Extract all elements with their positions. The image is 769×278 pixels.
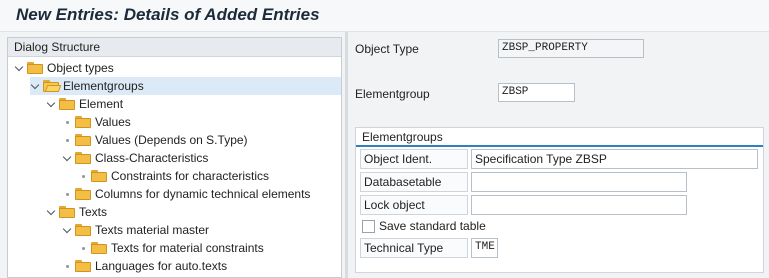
object-ident-field[interactable]: Specification Type ZBSP bbox=[471, 149, 758, 169]
tree-node-label: Texts material master bbox=[95, 223, 210, 237]
folder-icon bbox=[75, 134, 91, 146]
chevron-down-icon bbox=[30, 80, 40, 89]
tree-node[interactable]: Texts bbox=[46, 203, 107, 221]
technical-type-field[interactable]: TME bbox=[471, 238, 498, 258]
expand-toggle-icon[interactable] bbox=[46, 203, 56, 221]
folder-body bbox=[27, 64, 43, 74]
folder-body bbox=[75, 226, 91, 236]
chevron-down-icon bbox=[46, 206, 56, 215]
tree-node-label: Languages for auto.texts bbox=[95, 259, 228, 273]
folder-icon bbox=[59, 206, 75, 218]
folder-body bbox=[75, 154, 91, 164]
leaf-bullet-icon bbox=[62, 113, 72, 131]
folder-icon bbox=[59, 98, 75, 110]
tree-node[interactable]: Columns for dynamic technical elements bbox=[62, 185, 310, 203]
leaf-bullet-icon bbox=[78, 239, 88, 257]
expand-toggle-icon[interactable] bbox=[14, 59, 24, 77]
bullet-dot bbox=[65, 264, 69, 268]
tree-node[interactable]: Constraints for characteristics bbox=[78, 167, 269, 185]
tree-node-label: Object types bbox=[47, 61, 114, 75]
tree-node-label: Constraints for characteristics bbox=[111, 169, 270, 183]
title-bar: New Entries: Details of Added Entries bbox=[0, 0, 769, 32]
elementgroups-title: Elementgroups bbox=[362, 130, 443, 144]
folder-body bbox=[59, 208, 75, 218]
save-standard-table-label: Save standard table bbox=[379, 219, 486, 233]
folder-icon bbox=[75, 152, 91, 164]
chevron-down-icon bbox=[46, 98, 56, 107]
leaf-bullet-icon bbox=[78, 167, 88, 185]
bullet-dot bbox=[81, 246, 85, 250]
folder-icon bbox=[75, 188, 91, 200]
folder-icon bbox=[27, 62, 43, 74]
tree-node-label: Texts for material constraints bbox=[111, 241, 264, 255]
elementgroups-groupbox: Elementgroups Object Ident. Specificatio… bbox=[355, 127, 764, 273]
chevron-down-icon bbox=[14, 62, 24, 71]
folder-icon bbox=[91, 242, 107, 254]
folder-icon bbox=[91, 170, 107, 182]
tree-node-label: Values (Depends on S.Type) bbox=[95, 133, 248, 147]
tree-node[interactable]: Object types bbox=[14, 59, 114, 77]
object-type-label: Object Type bbox=[355, 42, 419, 56]
bullet-dot bbox=[65, 138, 69, 142]
object-type-field: ZBSP_PROPERTY bbox=[498, 39, 644, 58]
tree-node-label: Elementgroups bbox=[63, 79, 144, 93]
tree-node-label: Columns for dynamic technical elements bbox=[95, 187, 311, 201]
tree-node[interactable]: Elementgroups bbox=[30, 77, 341, 95]
expand-toggle-icon[interactable] bbox=[62, 149, 72, 167]
leaf-bullet-icon bbox=[62, 131, 72, 149]
object-ident-label: Object Ident. bbox=[360, 149, 468, 169]
tree-node[interactable]: Languages for auto.texts bbox=[62, 257, 227, 275]
pane-splitter[interactable] bbox=[345, 32, 348, 278]
dialog-structure-pane: Dialog Structure Object types Elementgrou… bbox=[7, 37, 342, 278]
elementgroup-field[interactable]: ZBSP bbox=[498, 83, 575, 102]
tree-node-label: Texts bbox=[79, 205, 108, 219]
tree-node[interactable]: Texts material master bbox=[62, 221, 209, 239]
folder-open-icon bbox=[43, 80, 62, 92]
tree-node-label: Values bbox=[95, 115, 131, 129]
chevron-down-icon bbox=[62, 152, 72, 161]
bullet-dot bbox=[65, 120, 69, 124]
page-title: New Entries: Details of Added Entries bbox=[16, 5, 320, 24]
leaf-bullet-icon bbox=[62, 257, 72, 275]
folder-body bbox=[75, 118, 91, 128]
folder-icon bbox=[75, 260, 91, 272]
folder-body bbox=[75, 190, 91, 200]
folder-body bbox=[75, 136, 91, 146]
folder-body bbox=[59, 100, 75, 110]
folder-body bbox=[91, 172, 107, 182]
folder-icon bbox=[75, 224, 91, 236]
expand-toggle-icon[interactable] bbox=[46, 95, 56, 113]
tree-node[interactable]: Values bbox=[62, 113, 131, 131]
expand-toggle-icon[interactable] bbox=[62, 221, 72, 239]
bullet-dot bbox=[65, 192, 69, 196]
expand-toggle-icon[interactable] bbox=[30, 77, 40, 95]
dialog-structure-header: Dialog Structure bbox=[8, 38, 341, 57]
bullet-dot bbox=[81, 174, 85, 178]
databasetable-label: Databasetable bbox=[360, 172, 468, 192]
folder-lid bbox=[44, 85, 62, 92]
folder-body bbox=[91, 244, 107, 254]
groupbox-accent-line bbox=[356, 145, 763, 147]
folder-icon bbox=[75, 116, 91, 128]
save-standard-table-checkbox[interactable] bbox=[362, 220, 375, 233]
lock-object-field[interactable] bbox=[471, 195, 687, 215]
leaf-bullet-icon bbox=[62, 185, 72, 203]
tree-node-label: Element bbox=[79, 97, 124, 111]
tree-node[interactable]: Values (Depends on S.Type) bbox=[62, 131, 248, 149]
databasetable-field[interactable] bbox=[471, 172, 687, 192]
tree-node[interactable]: Class-Characteristics bbox=[62, 149, 208, 167]
chevron-down-icon bbox=[62, 224, 72, 233]
tree-node[interactable]: Texts for material constraints bbox=[78, 239, 264, 257]
folder-body bbox=[75, 262, 91, 272]
lock-object-label: Lock object bbox=[360, 195, 468, 215]
elementgroup-label: Elementgroup bbox=[355, 87, 430, 101]
tree-node-label: Class-Characteristics bbox=[95, 151, 209, 165]
tree-node[interactable]: Element bbox=[46, 95, 123, 113]
technical-type-label: Technical Type bbox=[360, 238, 468, 258]
